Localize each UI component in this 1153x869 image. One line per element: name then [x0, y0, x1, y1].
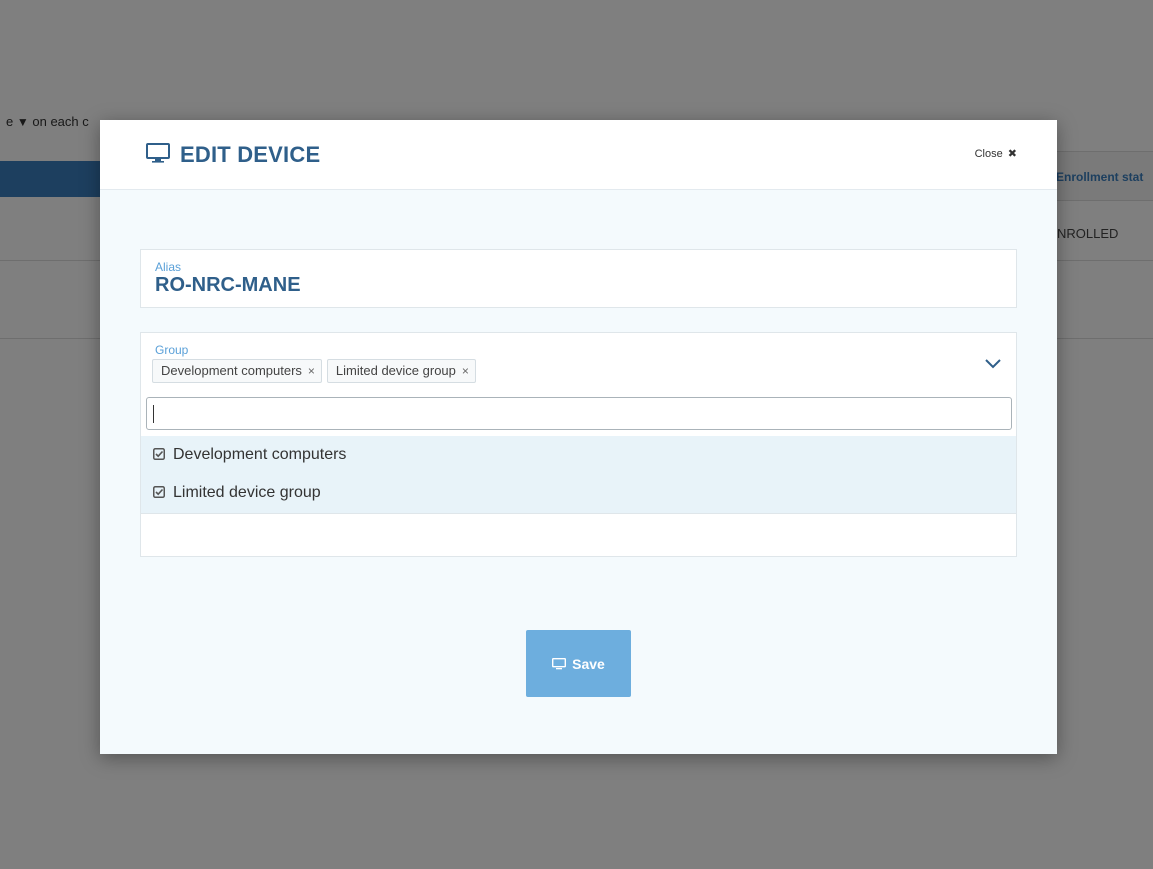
remove-tag-icon[interactable]: × [462, 364, 469, 378]
close-label: Close [974, 148, 1003, 160]
monitor-icon [552, 657, 567, 669]
remove-tag-icon[interactable]: × [308, 364, 315, 378]
modal-header: EDIT DEVICE Close ✖ [100, 120, 1057, 190]
alias-value[interactable]: RO-NRC-MANE [155, 274, 301, 297]
save-button[interactable]: Save [526, 630, 631, 697]
group-option[interactable]: Limited device group [153, 474, 321, 512]
modal-title: EDIT DEVICE [180, 142, 321, 167]
group-field: Group Development computers × Limited dev… [140, 332, 1017, 557]
group-tag: Development computers × [152, 359, 322, 383]
selected-group-tags: Development computers × Limited device gr… [152, 359, 476, 383]
group-tag-label: Limited device group [335, 363, 456, 378]
close-button[interactable]: Close ✖ [975, 147, 1017, 160]
alias-label: Alias [155, 260, 182, 274]
group-options-list: Development computers Limited device gro… [141, 436, 1016, 514]
checked-checkbox-icon [153, 448, 165, 460]
edit-device-modal: EDIT DEVICE Close ✖ Alias RO-NRC-MANE Gr… [100, 120, 1057, 754]
close-icon: ✖ [1007, 148, 1017, 160]
group-search-input[interactable] [146, 397, 1012, 430]
chevron-down-icon[interactable] [984, 355, 1002, 373]
text-caret [153, 405, 154, 423]
alias-field[interactable]: Alias RO-NRC-MANE [140, 249, 1017, 308]
group-tag: Limited device group × [326, 359, 476, 383]
save-label: Save [572, 655, 605, 672]
group-option-label: Development computers [173, 446, 347, 463]
group-label: Group [155, 343, 189, 357]
group-option-label: Limited device group [173, 484, 321, 501]
group-tag-label: Development computers [161, 363, 302, 378]
monitor-icon [146, 143, 170, 163]
checked-checkbox-icon [153, 486, 165, 498]
group-option[interactable]: Development computers [153, 436, 346, 474]
